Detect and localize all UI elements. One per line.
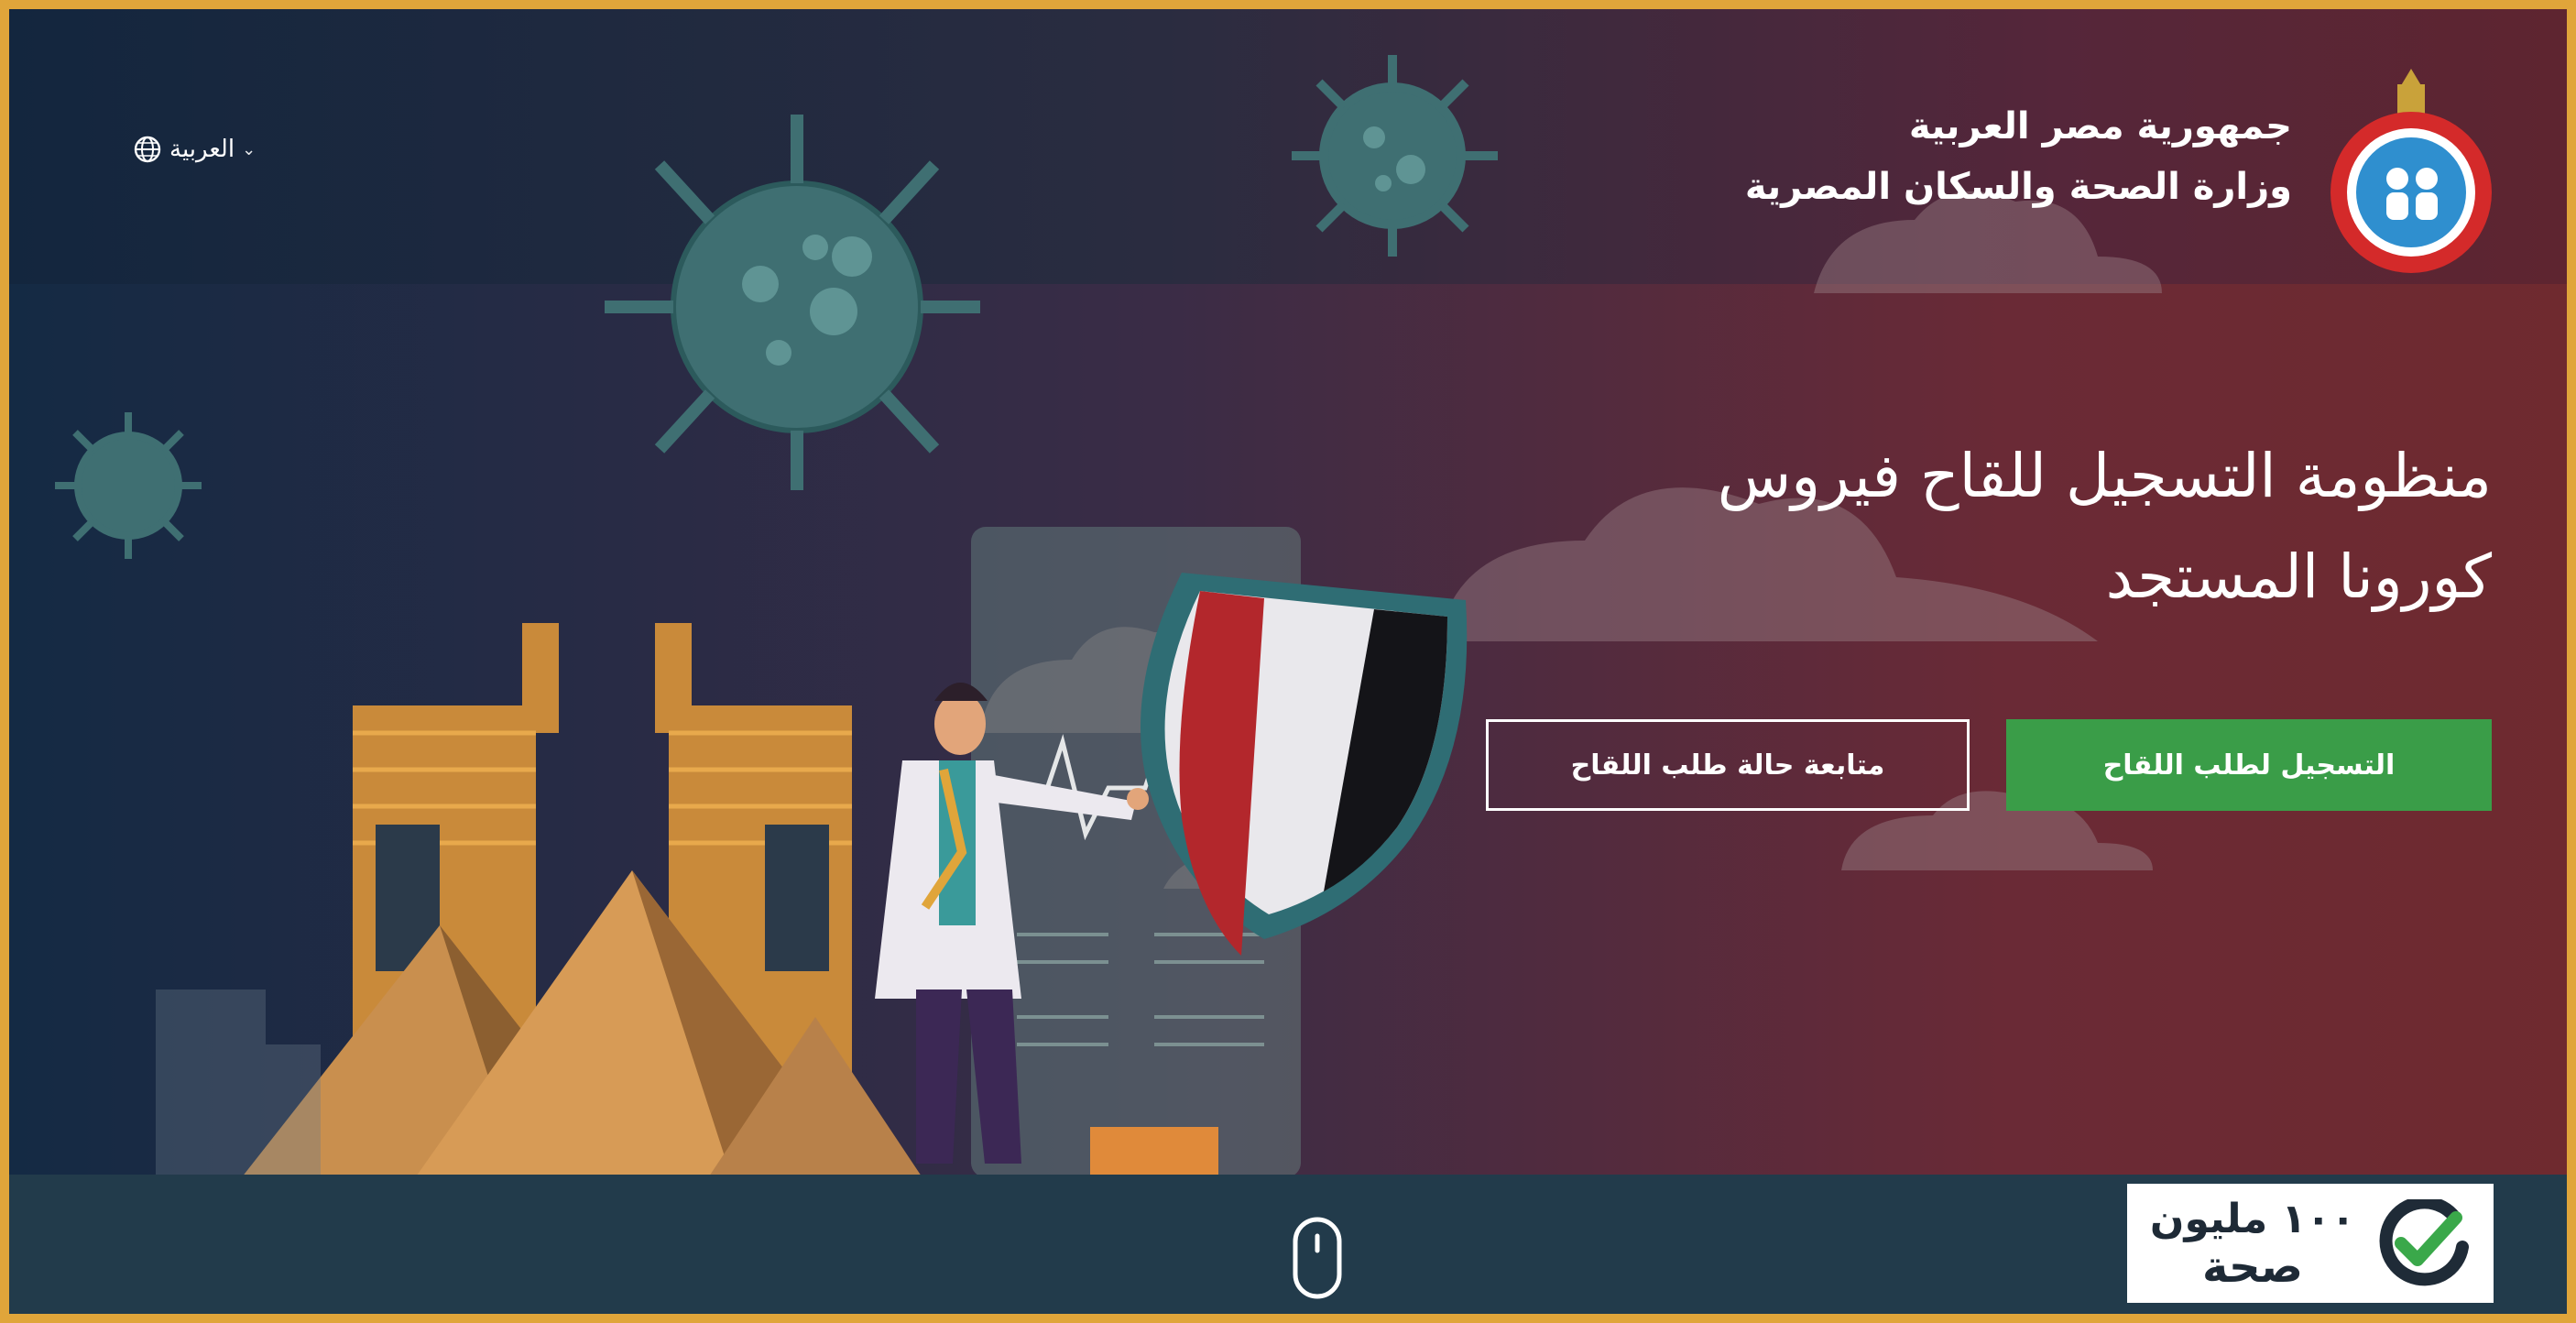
page-frame: العربية ⌄ جمهورية مصر العربية وزارة الصح…: [9, 9, 2567, 1314]
hero-title-line-2: كورونا المستجد: [2105, 541, 2492, 612]
track-request-button[interactable]: متابعة حالة طلب اللقاح: [1486, 719, 1970, 811]
check-badge-icon: [2379, 1199, 2470, 1286]
mouse-scroll-icon[interactable]: [1292, 1216, 1343, 1300]
chevron-down-icon: ⌄: [242, 139, 257, 159]
badge-line-2: صحة: [2201, 1241, 2304, 1293]
language-switcher[interactable]: العربية ⌄: [133, 131, 256, 168]
virus-icon: [605, 115, 980, 490]
virus-icon: [1292, 55, 1498, 257]
ministry-line-2: وزارة الصحة والسكان المصرية: [1744, 166, 2292, 208]
hundred-million-health-badge[interactable]: ١٠٠ مليون صحة: [2127, 1184, 2494, 1303]
hero-title: منظومة التسجيل للقاح فيروس كورونا المستج…: [1576, 426, 2492, 628]
badge-line-1: ١٠٠ مليون: [2149, 1196, 2356, 1242]
ministry-name: جمهورية مصر العربية وزارة الصحة والسكان …: [1745, 96, 2292, 217]
bottom-bar: ١٠٠ مليون صحة: [9, 1175, 2567, 1314]
language-label: العربية: [169, 136, 235, 163]
register-vaccine-button[interactable]: التسجيل لطلب اللقاح: [2006, 719, 2492, 811]
badge-text: ١٠٠ مليون صحة: [2150, 1196, 2355, 1291]
ministry-logo[interactable]: [2324, 64, 2498, 275]
globe-icon: [134, 136, 161, 163]
hero-title-line-1: منظومة التسجيل للقاح فيروس: [1717, 441, 2492, 511]
bricks: [1090, 1127, 1218, 1182]
ministry-line-1: جمهورية مصر العربية: [1908, 105, 2292, 148]
virus-icon: [55, 412, 202, 559]
